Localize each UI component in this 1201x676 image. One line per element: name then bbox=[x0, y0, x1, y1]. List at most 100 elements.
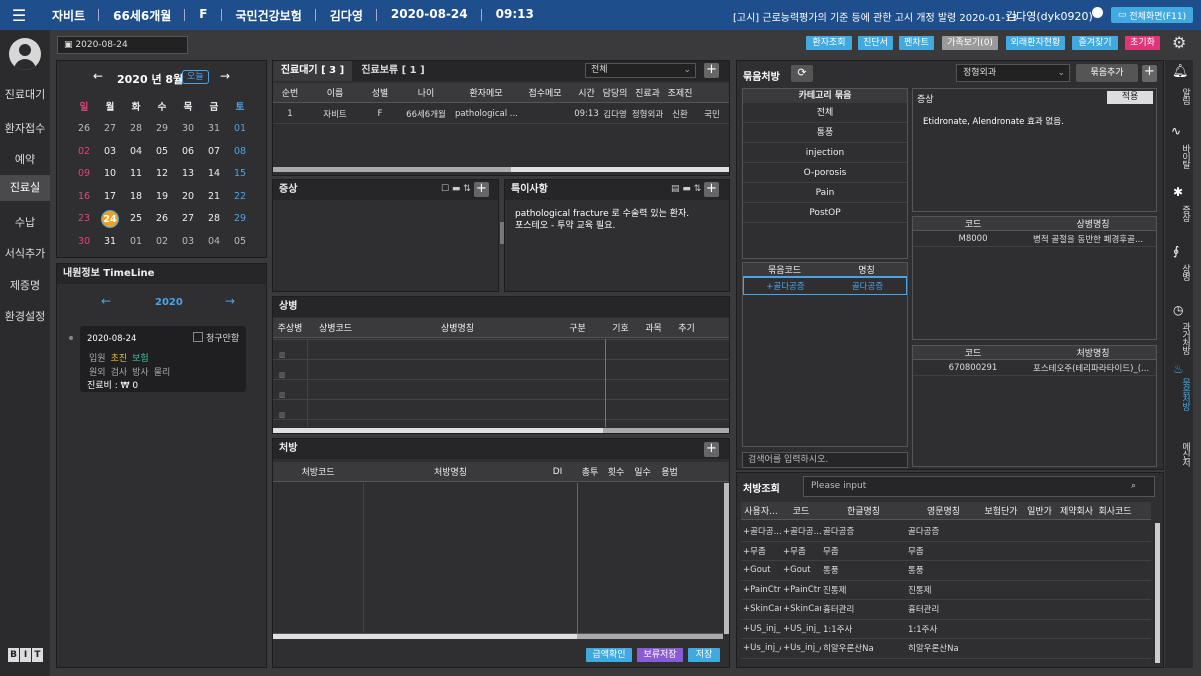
table-row[interactable]: +골다공... +골다공... 골다공증 골다공증 bbox=[741, 522, 1151, 542]
table-row[interactable]: +US_inj_ +US_inj_ 1:1주사 1:1주사 bbox=[741, 620, 1151, 639]
calendar-day[interactable]: 26 bbox=[71, 118, 97, 141]
disease-scrollbar[interactable] bbox=[273, 428, 729, 433]
tab-hold[interactable]: 진료보류 [ 1 ] bbox=[358, 61, 428, 81]
category-item[interactable]: 전체 bbox=[743, 103, 907, 123]
nav-item-waiting[interactable]: 진료대기 bbox=[0, 86, 50, 102]
calendar-day[interactable]: 31 bbox=[97, 230, 123, 253]
prev-month-icon[interactable]: ← bbox=[93, 69, 103, 83]
calendar-day[interactable]: 29 bbox=[149, 118, 175, 141]
calendar-day[interactable]: 04 bbox=[123, 140, 149, 163]
stethoscope-icon[interactable]: ∮ bbox=[1173, 244, 1179, 258]
reset-button[interactable]: 초기화 bbox=[1125, 36, 1160, 50]
calendar-day[interactable]: 23 bbox=[71, 208, 97, 231]
calendar-day[interactable]: 17 bbox=[97, 185, 123, 208]
special-tools-icon[interactable]: ▤ ▬ ⇅ bbox=[671, 184, 701, 194]
diagnosis-button[interactable]: 진단서 bbox=[858, 36, 893, 50]
symptom-add-button[interactable]: + bbox=[474, 182, 489, 197]
selected-day[interactable]: 24 bbox=[101, 209, 119, 228]
tab-messenger[interactable]: 메신저 bbox=[1165, 442, 1192, 466]
calendar-day[interactable]: 26 bbox=[149, 208, 175, 231]
calendar-day[interactable]: 13 bbox=[175, 163, 201, 186]
disease-table-body[interactable]: ▥ ▥ ▥ ▥ bbox=[273, 339, 729, 427]
calendar-day[interactable]: 12 bbox=[149, 163, 175, 186]
favorites-button[interactable]: 즐겨찾기 bbox=[1072, 36, 1118, 50]
calendar-day[interactable]: 14 bbox=[201, 163, 227, 186]
bundle-search-input[interactable]: 검색어를 입력하시오. bbox=[742, 452, 908, 468]
notice-text[interactable]: [고시] 근로능력평가의 기준 등에 관한 고시 개정 발령 2020-01-1… bbox=[733, 9, 1018, 24]
menu-icon[interactable]: ☰ bbox=[0, 6, 38, 25]
timeline-card[interactable]: 2020-08-24 청구안함 입원 초진 보험 원외 검사 방사 물리 진료비… bbox=[80, 326, 246, 392]
calendar-day[interactable]: 30 bbox=[175, 118, 201, 141]
bundle-add-button[interactable]: 묶음추가 bbox=[1076, 64, 1138, 82]
calendar-day[interactable]: 09 bbox=[71, 163, 97, 186]
next-year-icon[interactable]: → bbox=[225, 294, 235, 308]
calendar-day[interactable]: 03 bbox=[175, 230, 201, 253]
calendar-day[interactable]: 01 bbox=[123, 230, 149, 253]
table-row[interactable]: +PainCtrl +PainCtrl 진통제 진통제 bbox=[741, 581, 1151, 600]
table-row[interactable]: +무좀 +무좀 무좀 무좀 bbox=[741, 542, 1151, 561]
person-icon[interactable]: ✱ bbox=[1173, 185, 1183, 199]
prescription-table-body[interactable] bbox=[273, 483, 723, 634]
tab-disease[interactable]: 상병 bbox=[1165, 264, 1192, 280]
lookup-search-input[interactable]: Please input ⌕ bbox=[803, 476, 1155, 497]
today-button[interactable]: 오늘 bbox=[182, 70, 209, 84]
category-item[interactable]: injection bbox=[743, 143, 907, 163]
calendar-day[interactable]: 02 bbox=[149, 230, 175, 253]
history-icon[interactable]: ◷ bbox=[1173, 303, 1183, 317]
calendar-day[interactable]: 22 bbox=[227, 185, 253, 208]
calendar-day[interactable]: 31 bbox=[201, 118, 227, 141]
nav-item-payment[interactable]: 수납 bbox=[0, 214, 50, 230]
bell-icon[interactable]: 🔔︎ bbox=[1172, 64, 1189, 79]
table-row[interactable]: +SkinCare+SkinCare흉터관리흉터관리 bbox=[741, 600, 1151, 620]
calendar-day[interactable]: 29 bbox=[227, 208, 253, 231]
prescription-scrollbar[interactable] bbox=[273, 634, 723, 639]
vital-icon[interactable]: ∿ bbox=[1171, 124, 1181, 138]
table-row[interactable]: M8000 병적 골절을 동반한 폐경후골... bbox=[913, 231, 1156, 247]
amount-check-button[interactable]: 금액확인 bbox=[586, 648, 632, 662]
date-field[interactable]: ▣ 2020-08-24 bbox=[57, 36, 188, 54]
calendar-day[interactable]: 06 bbox=[175, 140, 201, 163]
calendar-day[interactable]: 02 bbox=[71, 140, 97, 163]
nav-item-clinic[interactable]: 진료실 bbox=[0, 175, 50, 201]
calendar-day[interactable]: 04 bbox=[201, 230, 227, 253]
calendar-day[interactable]: 27 bbox=[175, 208, 201, 231]
save-button[interactable]: 저장 bbox=[688, 648, 720, 662]
table-row[interactable]: 670800291 포스테오주(테리파라타이드)_(... bbox=[913, 360, 1156, 376]
prev-year-icon[interactable]: ← bbox=[101, 294, 111, 308]
user-icon[interactable] bbox=[1092, 7, 1103, 18]
pen-chart-button[interactable]: 펜차트 bbox=[899, 36, 934, 50]
waiting-scrollbar[interactable] bbox=[273, 167, 729, 172]
next-month-icon[interactable]: → bbox=[220, 69, 230, 83]
category-item[interactable]: 통풍 bbox=[743, 123, 907, 143]
fullscreen-button[interactable]: ▭ 전체화면(F11) bbox=[1111, 7, 1193, 23]
bundle-icon[interactable]: ♨ bbox=[1173, 362, 1184, 376]
hold-save-button[interactable]: 보류저장 bbox=[637, 648, 683, 662]
calendar-day[interactable]: 27 bbox=[97, 118, 123, 141]
dept-select[interactable]: 정형외과 ⌄ bbox=[956, 64, 1070, 82]
calendar-day[interactable]: 24 bbox=[97, 208, 123, 231]
special-add-button[interactable]: + bbox=[704, 182, 719, 197]
calendar-day[interactable]: 03 bbox=[97, 140, 123, 163]
calendar-day[interactable]: 19 bbox=[149, 185, 175, 208]
calendar-day[interactable]: 25 bbox=[123, 208, 149, 231]
tab-bundle-prescription[interactable]: 묶음처방 bbox=[1165, 378, 1192, 410]
claim-checkbox[interactable] bbox=[193, 332, 203, 342]
calendar-day[interactable]: 11 bbox=[123, 163, 149, 186]
calendar-day[interactable]: 30 bbox=[71, 230, 97, 253]
prescription-add-button[interactable]: + bbox=[704, 442, 719, 457]
calendar-day[interactable]: 20 bbox=[175, 185, 201, 208]
table-row[interactable]: +Us_inj_A +Us_inj_A 히알우론산Na 히알우론산Na bbox=[741, 639, 1151, 659]
calendar-day[interactable]: 01 bbox=[227, 118, 253, 141]
category-item[interactable]: Pain bbox=[743, 183, 907, 203]
nav-item-reception[interactable]: 환자접수 bbox=[0, 120, 50, 136]
refresh-icon[interactable]: ⟳ bbox=[791, 65, 813, 82]
waiting-add-button[interactable]: + bbox=[704, 63, 719, 78]
tab-alerts[interactable]: 알림 bbox=[1165, 88, 1192, 104]
category-item[interactable]: PostOP bbox=[743, 203, 907, 223]
table-row[interactable]: 1 자비트 F 66세6개월 pathological ... 09:13 김다영 정형외과 신… bbox=[273, 105, 729, 124]
calendar-day[interactable]: 10 bbox=[97, 163, 123, 186]
table-row[interactable]: +골다공증 골다공증 bbox=[743, 277, 907, 295]
tab-vitals[interactable]: 바이탈 bbox=[1165, 144, 1192, 168]
bundle-plus-button[interactable]: + bbox=[1142, 65, 1157, 82]
gear-icon[interactable]: ⚙ bbox=[1172, 33, 1186, 52]
